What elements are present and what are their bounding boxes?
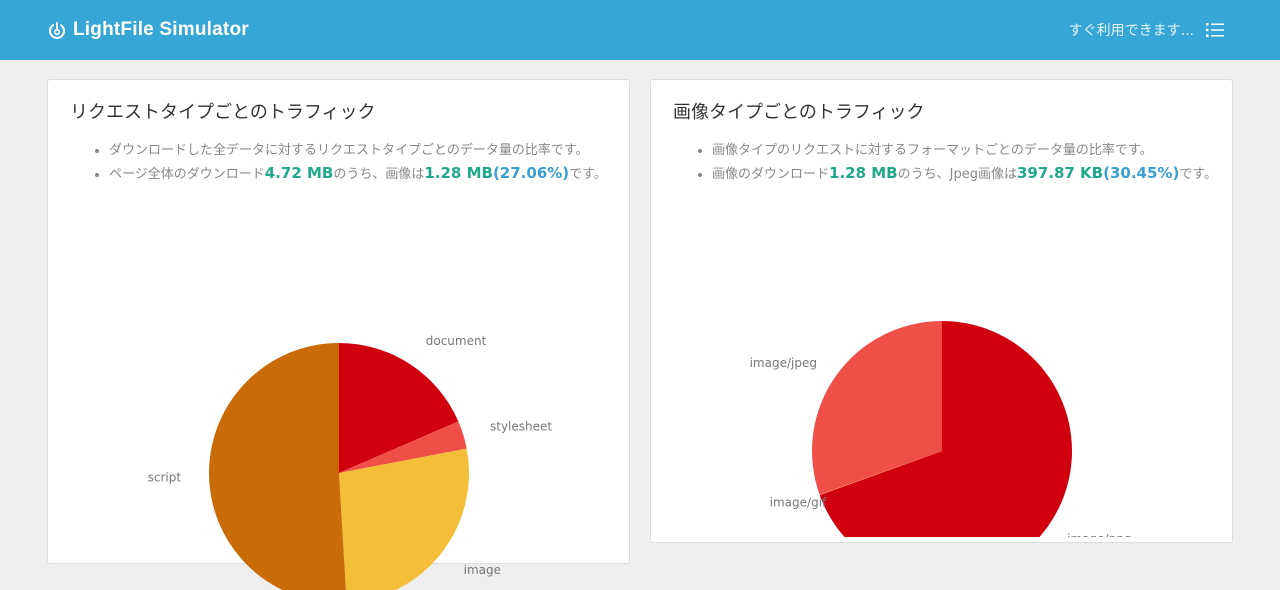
description-item: ページ全体のダウンロード4.72 MBのうち、画像は1.28 MB(27.06%… bbox=[109, 162, 629, 186]
pie-label: script bbox=[148, 471, 182, 485]
highlight-value: 1.28 MB bbox=[424, 164, 493, 182]
highlight-value: 1.28 MB bbox=[829, 164, 898, 182]
text-segment: 画像のダウンロード bbox=[712, 167, 830, 182]
pie-slice-image[interactable] bbox=[339, 448, 469, 590]
request-type-pie-chart: document stylesheet image script bbox=[148, 334, 552, 590]
card-title: リクエストタイプごとのトラフィック bbox=[70, 102, 376, 123]
pie-label: image/gif bbox=[770, 496, 827, 510]
image-type-pie-chart: image/png image/gif image/jpeg bbox=[750, 321, 1131, 537]
pie-label: image/jpeg bbox=[750, 356, 817, 370]
text-segment: のうち、画像は bbox=[333, 167, 425, 182]
pie-slice-script[interactable] bbox=[209, 343, 347, 590]
text-segment: ダウンロードした全データに対するリクエストタイプごとのデータ量の比率です。 bbox=[109, 143, 589, 158]
list-menu-icon[interactable] bbox=[1206, 22, 1224, 38]
highlight-value: 4.72 MB bbox=[264, 164, 334, 182]
highlight-percent: (27.06%) bbox=[492, 164, 570, 182]
pie-label: image/png bbox=[1067, 532, 1131, 537]
request-type-traffic-card: リクエストタイプごとのトラフィック ダウンロードした全データに対するリクエストタ… bbox=[47, 79, 630, 590]
power-icon bbox=[49, 22, 65, 39]
description-item: 画像タイプのリクエストに対するフォーマットごとのデータ量の比率です。 bbox=[712, 140, 1232, 162]
description-list: ダウンロードした全データに対するリクエストタイプごとのデータ量の比率です。 ペー… bbox=[92, 140, 629, 186]
text-segment: ページ全体のダウンロード bbox=[109, 167, 265, 182]
description-item: 画像のダウンロード1.28 MBのうち、Jpeg画像は397.87 KB(30.… bbox=[712, 162, 1232, 186]
pie-label: image bbox=[464, 563, 501, 577]
brand[interactable]: LightFile Simulator bbox=[48, 19, 249, 41]
text-segment: 画像タイプのリクエストに対するフォーマットごとのデータ量の比率です。 bbox=[712, 143, 1153, 158]
top-bar: LightFile Simulator すぐ利用できます... bbox=[0, 0, 1280, 60]
text-segment: のうち、Jpeg画像は bbox=[897, 167, 1017, 182]
highlight-value: 397.87 KB bbox=[1016, 164, 1104, 182]
description-item: ダウンロードした全データに対するリクエストタイプごとのデータ量の比率です。 bbox=[109, 140, 629, 162]
status-text: すぐ利用できます... bbox=[1068, 23, 1194, 39]
pie-label: stylesheet bbox=[490, 420, 552, 434]
text-segment: です。 bbox=[1179, 167, 1218, 182]
app-title: LightFile Simulator bbox=[73, 19, 249, 40]
description-list: 画像タイプのリクエストに対するフォーマットごとのデータ量の比率です。 画像のダウ… bbox=[695, 140, 1232, 186]
card-title: 画像タイプごとのトラフィック bbox=[673, 102, 925, 123]
highlight-percent: (30.45%) bbox=[1103, 164, 1180, 182]
image-type-traffic-card: 画像タイプごとのトラフィック 画像タイプのリクエストに対するフォーマットごとのデ… bbox=[650, 79, 1233, 543]
text-segment: です。 bbox=[569, 167, 607, 182]
pie-label: document bbox=[426, 334, 487, 348]
